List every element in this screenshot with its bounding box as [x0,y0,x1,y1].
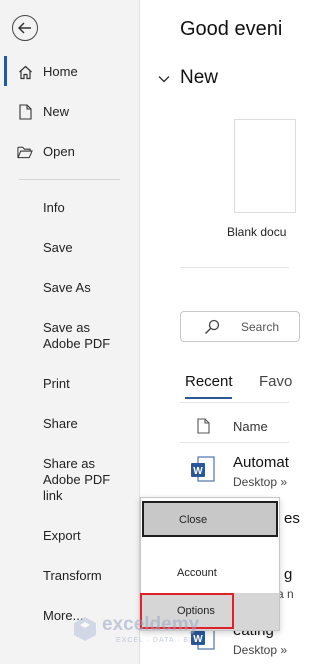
watermark: exceldemy EXCEL · DATA · BI [72,612,222,652]
tab-favorites[interactable]: Favo [259,373,292,390]
section-divider [180,267,289,268]
menu-item-label: Account [177,567,217,579]
sidebar-item-label: New [43,104,70,119]
sidebar-item-label: Save as Adobe PDF [43,320,111,351]
tab-recent[interactable]: Recent [185,373,233,390]
sidebar-divider [19,179,120,180]
watermark-tagline: EXCEL · DATA · BI [116,637,192,644]
backstage-sidebar: Home New Open Info Save Save As Save as … [0,0,140,664]
file-location: Desktop » [233,643,288,657]
file-name: es [284,510,300,527]
search-icon [204,319,220,335]
chevron-down-icon[interactable] [158,72,170,84]
tabs-divider [180,402,289,403]
sidebar-item-label: Share [43,416,78,431]
sidebar-item-label: Save As [43,280,91,295]
sidebar-item-label: Home [43,64,78,79]
sidebar-item-label: Save [43,240,73,255]
page-title: Good eveni [180,18,283,40]
header-divider [180,442,289,443]
exceldemy-logo-icon [72,616,98,642]
file-name: g [284,566,293,583]
menu-item-close[interactable]: Close [142,501,278,537]
open-folder-icon [17,144,33,160]
search-input[interactable]: Search [180,311,300,342]
search-placeholder: Search [241,320,280,334]
sidebar-item-label: Print [43,376,70,391]
active-tab-indicator [185,397,232,399]
sidebar-item-label: Info [43,200,65,215]
sidebar-item-label: Export [43,528,81,543]
sidebar-item-label: Transform [43,568,102,583]
sidebar-item-label: Share as Adobe PDF link [43,456,111,503]
svg-text:W: W [193,466,203,477]
blank-document-thumbnail[interactable] [234,119,296,213]
home-icon [17,64,33,80]
menu-item-label: Close [179,514,208,526]
blank-document-label: Blank docu [227,225,287,239]
file-location: Desktop » [233,475,288,489]
new-section-title: New [180,67,219,88]
recent-file-row[interactable]: W Automat Desktop » [180,454,300,502]
column-header-name[interactable]: Name [233,419,268,434]
watermark-text: exceldemy [102,614,200,635]
file-name: Automat [233,454,289,471]
active-indicator [4,56,7,86]
file-type-icon [197,418,210,434]
sidebar-item-label: Open [43,144,75,159]
new-document-icon [17,104,33,120]
word-document-icon: W [191,456,215,484]
menu-item-account[interactable]: Account [141,564,279,584]
back-arrow-icon[interactable] [12,15,38,41]
